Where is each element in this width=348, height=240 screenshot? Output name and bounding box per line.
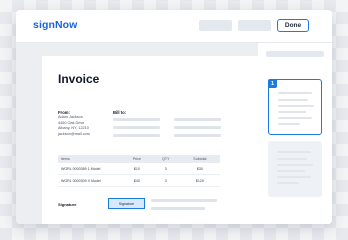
bill-to-line [113,134,160,137]
bill-to-line [174,134,221,137]
thumb-line [277,151,311,153]
table-header: Subtotal [179,155,220,163]
thumb-line [277,164,313,166]
table-header: Price [122,155,152,163]
thumb-line [278,105,314,107]
done-button[interactable]: Done [277,19,309,32]
signature-field[interactable]: Signature [108,198,145,209]
table-header: Items [58,155,122,163]
signature-line [151,207,205,210]
from-line: Albany, NY, 12210 [58,126,89,131]
bill-to-line [113,118,160,121]
thumb-line [277,170,305,172]
from-address: Adam Jackson 4450 Oak Drive Albany, NY, … [58,115,90,137]
page-thumbnail-1[interactable]: 1 [268,79,322,135]
table-cell: $30 [179,163,220,175]
table-header-row: Items Price QTY Subtotal [58,155,220,163]
toolbar-button-placeholder-1[interactable] [199,20,232,31]
bill-to-line [113,126,160,129]
top-bar: signNow Done [16,10,332,43]
items-table: Items Price QTY Subtotal WGRL 0000389 1 … [58,155,220,187]
bill-to-label: Bill to: [113,110,127,115]
thumb-line [278,99,308,101]
thumb-line [277,176,311,178]
table-row: WGRL 0000309 X Model $40 3 $120 [58,174,220,187]
page-thumbnails-sidebar: 1 [258,43,332,224]
thumb-line [278,92,312,94]
editor-window: signNow Done Invoice From: Adam Jackson … [16,10,332,224]
thumb-line [277,158,307,160]
bill-to-line [174,126,221,129]
sidebar-header-bar [266,51,324,57]
from-line: jackson@mail.com [58,131,90,136]
invoice-document: Invoice From: Adam Jackson 4450 Oak Driv… [42,56,258,224]
bill-to-line [174,118,221,121]
signature-label: Signature [58,202,77,207]
table-cell: WGRL 0000389 1 Model [58,163,122,175]
table-cell: $40 [122,174,152,187]
thumb-line [277,182,299,184]
signnow-logo: signNow [33,19,78,31]
table-row: WGRL 0000389 1 Model $10 3 $30 [58,163,220,175]
table-cell: WGRL 0000309 X Model [58,174,122,187]
signature-line [151,199,217,202]
thumb-line [278,123,300,125]
table-cell: 3 [151,174,180,187]
table-cell: 3 [151,163,180,175]
table-cell: $120 [179,174,220,187]
page-thumbnail-2[interactable] [268,141,322,197]
thumb-line [278,111,306,113]
page-number-badge: 1 [268,79,277,88]
toolbar-button-placeholder-2[interactable] [238,20,271,31]
invoice-title: Invoice [58,72,100,86]
table-cell: $10 [122,163,152,175]
table-header: QTY [151,155,180,163]
thumb-line [278,117,312,119]
